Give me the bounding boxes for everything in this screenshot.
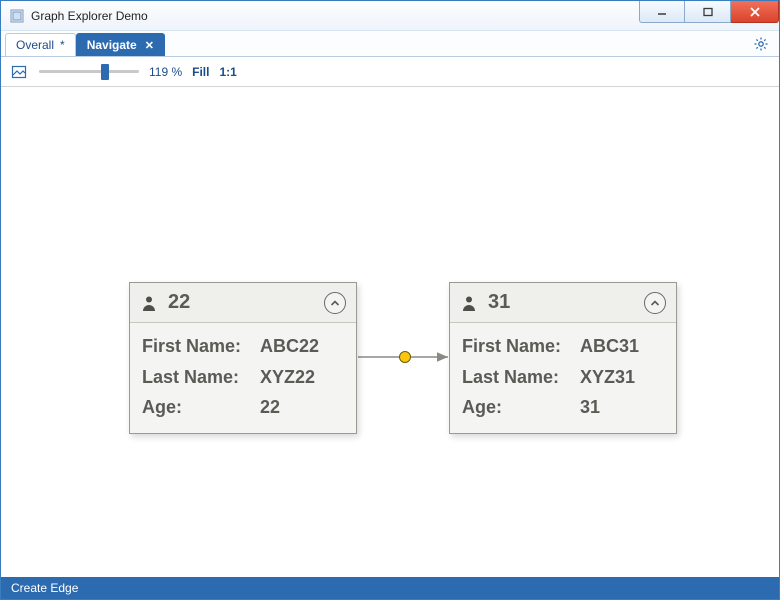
node-header: 31 — [450, 283, 676, 323]
graph-canvas[interactable]: 22 First Name:ABC22 Last Name:XYZ22 Age:… — [1, 87, 779, 577]
tab-label: Overall — [16, 38, 54, 52]
status-bar: Create Edge — [1, 577, 779, 599]
tab-overall[interactable]: Overall * — [5, 33, 76, 56]
tab-bar: Overall * Navigate ✕ — [1, 31, 779, 57]
tab-navigate[interactable]: Navigate ✕ — [76, 33, 165, 56]
titlebar: Graph Explorer Demo — [1, 1, 779, 31]
gear-icon — [753, 36, 769, 52]
zoom-slider[interactable] — [39, 63, 139, 81]
fit-view-button[interactable] — [9, 62, 29, 82]
field-label: Age: — [142, 392, 260, 423]
node-body: First Name:ABC22 Last Name:XYZ22 Age:22 — [130, 323, 356, 433]
field-value: 31 — [580, 392, 600, 423]
zoom-1to1-button[interactable]: 1:1 — [219, 65, 236, 79]
field-label: Last Name: — [142, 362, 260, 393]
slider-thumb[interactable] — [101, 64, 109, 80]
graph-node[interactable]: 22 First Name:ABC22 Last Name:XYZ22 Age:… — [129, 282, 357, 434]
zoom-percent-label: 119 % — [149, 65, 182, 79]
edge-handle[interactable] — [399, 351, 411, 363]
person-icon — [460, 294, 478, 312]
settings-button[interactable] — [749, 31, 773, 56]
slider-track — [39, 70, 139, 73]
field-label: First Name: — [142, 331, 260, 362]
node-id: 22 — [168, 291, 324, 314]
node-id: 31 — [488, 291, 644, 314]
window-controls — [639, 1, 779, 30]
node-header: 22 — [130, 283, 356, 323]
field-value: 22 — [260, 392, 280, 423]
field-value: ABC22 — [260, 331, 319, 362]
modified-indicator-icon: * — [60, 38, 65, 52]
close-button[interactable] — [731, 1, 779, 23]
field-value: XYZ22 — [260, 362, 315, 393]
person-icon — [140, 294, 158, 312]
tab-label: Navigate — [87, 38, 137, 52]
app-icon — [9, 8, 25, 24]
graph-node[interactable]: 31 First Name:ABC31 Last Name:XYZ31 Age:… — [449, 282, 677, 434]
zoom-fill-button[interactable]: Fill — [192, 65, 209, 79]
field-label: First Name: — [462, 331, 580, 362]
minimize-button[interactable] — [639, 1, 685, 23]
window-title: Graph Explorer Demo — [31, 9, 639, 23]
node-body: First Name:ABC31 Last Name:XYZ31 Age:31 — [450, 323, 676, 433]
status-text: Create Edge — [11, 581, 78, 595]
field-label: Last Name: — [462, 362, 580, 393]
collapse-button[interactable] — [324, 292, 346, 314]
chevron-up-icon — [649, 297, 661, 309]
chevron-up-icon — [329, 297, 341, 309]
toolbar: 119 % Fill 1:1 — [1, 57, 779, 87]
field-label: Age: — [462, 392, 580, 423]
field-value: ABC31 — [580, 331, 639, 362]
image-icon — [11, 64, 27, 80]
collapse-button[interactable] — [644, 292, 666, 314]
maximize-button[interactable] — [685, 1, 731, 23]
field-value: XYZ31 — [580, 362, 635, 393]
close-tab-icon[interactable]: ✕ — [145, 39, 154, 52]
